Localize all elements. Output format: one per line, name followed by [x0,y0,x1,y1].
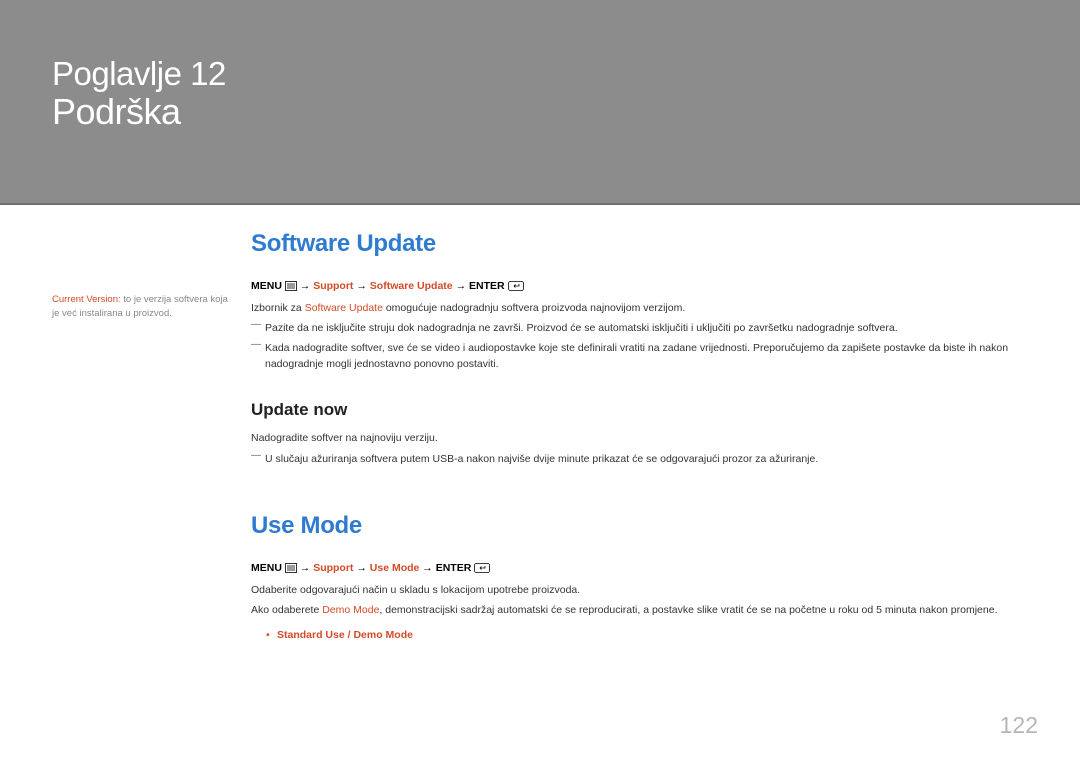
arrow: → [356,280,367,292]
section-heading-software-update: Software Update [251,230,1032,258]
body-text: Nadogradite softver na najnoviju verziju… [251,430,1032,446]
path-segment: Support [313,280,353,292]
menu-path-software-update: MENU → Support → Software Update → ENTER [251,280,1032,292]
chapter-number: 12 [190,55,226,92]
arrow: → [300,562,311,574]
intro-pre: Izbornik za [251,302,305,314]
path-segment: Use Mode [370,562,420,574]
path-menu-label: MENU [251,280,282,292]
bullet-item: Standard Use / Demo Mode [251,629,1032,641]
intro-text: Izbornik za Software Update omogućuje na… [251,300,1032,316]
intro-hl: Software Update [305,302,383,314]
arrow: → [356,562,367,574]
menu-path-use-mode: MENU → Support → Use Mode → ENTER [251,562,1032,574]
text-hl: Demo Mode [322,604,379,616]
arrow: → [422,562,433,574]
arrow: → [456,280,467,292]
chapter-title: Podrška [52,91,1028,133]
path-segment: Support [313,562,353,574]
enter-icon [474,562,490,574]
arrow: → [300,280,311,292]
chapter-label: Poglavlje [52,55,181,92]
path-enter-label: ENTER [436,562,472,574]
path-menu-label: MENU [251,562,282,574]
main-content: Software Update MENU → Support → Softwar… [251,230,1032,641]
body-text: Odaberite odgovarajući način u skladu s … [251,582,1032,598]
text-pre: Ako odaberete [251,604,322,616]
note-item: U slučaju ažuriranja softvera putem USB-… [251,451,1032,467]
sidebar-note: Current Version: to je verzija softvera … [52,293,232,321]
subsection-heading-update-now: Update now [251,400,1032,420]
enter-icon [508,280,524,292]
section-heading-use-mode: Use Mode [251,512,1032,540]
note-item: Pazite da ne isključite struju dok nadog… [251,320,1032,336]
path-enter-label: ENTER [469,280,505,292]
path-segment: Software Update [370,280,453,292]
page-number: 122 [1000,712,1038,739]
body-text: Ako odaberete Demo Mode, demonstracijski… [251,602,1032,618]
menu-icon [285,562,297,574]
text-post: , demonstracijski sadržaj automatski će … [379,604,997,616]
menu-icon [285,280,297,292]
sidebar-note-highlight: Current Version [52,294,118,305]
chapter-label-line: Poglavlje 12 [52,55,1028,93]
note-item: Kada nadogradite softver, sve će se vide… [251,340,1032,373]
chapter-header: Poglavlje 12 Podrška [0,0,1080,205]
bullet-text: Standard Use / Demo Mode [277,629,413,641]
intro-post: omogućuje nadogradnju softvera proizvoda… [383,302,685,314]
